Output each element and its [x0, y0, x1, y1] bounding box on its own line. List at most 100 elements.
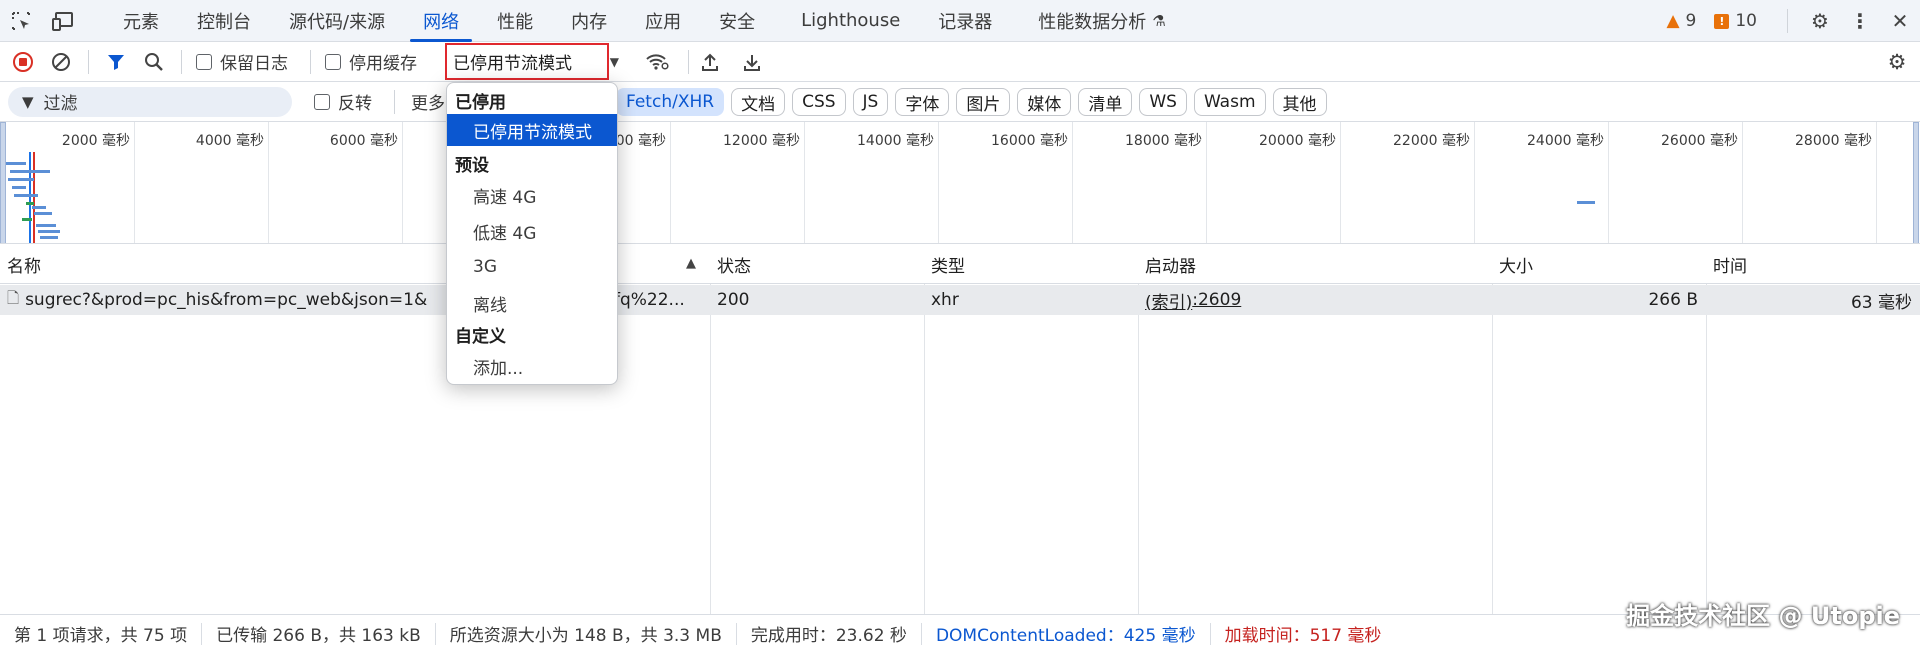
cell-initiator[interactable]: (索引):2609: [1138, 285, 1492, 315]
column-header-initiator[interactable]: 启动器: [1138, 244, 1492, 284]
overview-request-bar: [38, 230, 60, 233]
disable-cache-label: 停用缓存: [349, 54, 417, 74]
overview-tick-label: 16000 毫秒: [991, 133, 1068, 149]
issues-count: 10: [1735, 11, 1757, 31]
tab-recorder[interactable]: 记录器: [919, 0, 1011, 42]
overview-request-bar: [8, 178, 34, 181]
initiator-link[interactable]: (索引): [1145, 288, 1192, 313]
column-header-time[interactable]: 时间: [1706, 244, 1920, 284]
tab-performance-insights[interactable]: 性能数据分析 ⚗: [1019, 0, 1184, 42]
throttling-select[interactable]: 已停用节流模式 ▼: [445, 43, 619, 80]
column-header-status[interactable]: 状态: [710, 244, 924, 284]
issue-icon: !: [1714, 13, 1730, 29]
checkbox-box[interactable]: [196, 53, 212, 70]
filter-pill-css[interactable]: CSS: [792, 88, 846, 116]
tab-elements[interactable]: 元素: [104, 0, 178, 42]
network-conditions-icon[interactable]: [638, 42, 676, 82]
filter-input[interactable]: ▼ 过滤: [8, 86, 292, 117]
preserve-log-label: 保留日志: [220, 54, 288, 74]
overview-right-handle[interactable]: [1913, 122, 1919, 243]
table-row[interactable]: 🗋 sugrec?&prod=pc_his&from=pc_web&json=1…: [0, 285, 1920, 315]
menu-item-slow-4g[interactable]: 低速 4G: [447, 213, 617, 249]
network-settings-icon[interactable]: ⚙: [1878, 42, 1916, 82]
menu-item-add-custom[interactable]: 添加...: [447, 348, 617, 384]
overview-grid-line: [670, 122, 671, 243]
more-options-icon[interactable]: ⋮: [1840, 0, 1880, 42]
clear-icon[interactable]: [42, 42, 80, 82]
inspect-element-icon[interactable]: [0, 0, 42, 42]
column-header-type[interactable]: 类型: [924, 244, 1138, 284]
divider: [88, 49, 89, 74]
checkbox-box[interactable]: [314, 93, 330, 110]
overview-tick-label: 18000 毫秒: [1125, 133, 1202, 149]
overview-tick-label: 28000 毫秒: [1795, 133, 1872, 149]
disable-cache-checkbox[interactable]: 停用缓存: [325, 49, 417, 74]
throttling-value: 已停用节流模式: [453, 54, 572, 74]
device-toolbar-icon[interactable]: [42, 0, 84, 42]
tab-console[interactable]: 控制台: [178, 0, 270, 42]
network-toolbar: 保留日志 停用缓存 已停用节流模式 ▼ ⚙: [0, 42, 1920, 82]
status-domcontentloaded: DOMContentLoaded：425 毫秒: [922, 622, 1211, 646]
overview-left-handle[interactable]: [0, 122, 6, 243]
tab-performance[interactable]: 性能: [478, 0, 552, 42]
settings-icon[interactable]: ⚙: [1800, 0, 1840, 42]
cell-status: 200: [717, 290, 750, 310]
devtools-tab-bar: 元素 控制台 源代码/来源 网络 性能 内存 应用 安全 Lighthouse …: [0, 0, 1920, 42]
divider: [394, 89, 395, 114]
status-load: 加载时间：517 毫秒: [1224, 626, 1382, 646]
stop-recording-icon[interactable]: [4, 42, 42, 82]
tab-memory[interactable]: 内存: [552, 0, 626, 42]
issues-badge[interactable]: ! 10: [1714, 11, 1757, 31]
overview-grid-line: [938, 122, 939, 243]
tab-security[interactable]: 安全: [700, 0, 774, 42]
tab-network[interactable]: 网络: [404, 0, 478, 42]
tab-application[interactable]: 应用: [626, 0, 700, 42]
overview-tick-label: 26000 毫秒: [1661, 133, 1738, 149]
menu-item-offline[interactable]: 离线: [447, 285, 617, 321]
filter-icon: ▼: [22, 92, 34, 111]
menu-item-fast-4g[interactable]: 高速 4G: [447, 177, 617, 213]
filter-pill-js[interactable]: JS: [852, 88, 889, 116]
close-icon[interactable]: ✕: [1880, 0, 1920, 42]
filter-pill-fetch-xhr[interactable]: Fetch/XHR: [616, 88, 725, 116]
network-overview[interactable]: 2000 毫秒 4000 毫秒 6000 毫秒 10000 毫秒 12000 毫…: [0, 122, 1920, 244]
filter-pill-other[interactable]: 其他: [1272, 88, 1327, 116]
overview-tick-label: 20000 毫秒: [1259, 133, 1336, 149]
search-icon[interactable]: [135, 42, 173, 82]
initiator-line[interactable]: :2609: [1192, 290, 1241, 310]
filter-pill-img[interactable]: 图片: [956, 88, 1011, 116]
menu-item-3g[interactable]: 3G: [447, 249, 617, 285]
filter-pill-media[interactable]: 媒体: [1017, 88, 1072, 116]
tab-lighthouse[interactable]: Lighthouse: [782, 0, 919, 42]
filter-icon[interactable]: [97, 42, 135, 82]
filter-pill-doc[interactable]: 文档: [731, 88, 786, 116]
invert-checkbox[interactable]: 反转: [314, 89, 372, 114]
column-header-size[interactable]: 大小: [1492, 244, 1706, 284]
filter-pill-ws[interactable]: WS: [1139, 88, 1187, 116]
checkbox-box[interactable]: [325, 53, 341, 70]
tab-sources[interactable]: 源代码/来源: [270, 0, 404, 42]
filter-pill-wasm[interactable]: Wasm: [1193, 88, 1266, 116]
cell-size: 266 B: [1648, 290, 1698, 310]
divider: [1787, 9, 1788, 33]
filter-placeholder: 过滤: [43, 94, 78, 114]
menu-item-no-throttling[interactable]: 已停用节流模式: [447, 114, 617, 146]
import-har-icon[interactable]: [691, 42, 729, 82]
warnings-badge[interactable]: ▲ 9: [1666, 11, 1696, 31]
filter-pill-manifest[interactable]: 清单: [1078, 88, 1133, 116]
overview-request-bar: [14, 194, 38, 197]
overview-tick-label: 22000 毫秒: [1393, 133, 1470, 149]
panel-tabs: 元素 控制台 源代码/来源 网络 性能 内存 应用 安全 Lighthouse …: [104, 0, 1185, 42]
overview-request-bar: [36, 224, 56, 227]
overview-request-bar: [34, 212, 52, 215]
preserve-log-checkbox[interactable]: 保留日志: [196, 49, 288, 74]
tab-bar-right: ▲ 9 ! 10 ⚙ ⋮ ✕: [1666, 0, 1920, 42]
overview-load-marker: [33, 152, 35, 243]
more-filters-button[interactable]: 更多: [411, 89, 445, 114]
filter-pill-font[interactable]: 字体: [895, 88, 950, 116]
overview-grid-line: [1876, 122, 1877, 243]
overview-request-bar: [26, 202, 34, 205]
overview-grid-line: [402, 122, 403, 243]
export-har-icon[interactable]: [733, 42, 771, 82]
request-name: sugrec?&prod=pc_his&from=pc_web&json=1&: [25, 290, 428, 310]
